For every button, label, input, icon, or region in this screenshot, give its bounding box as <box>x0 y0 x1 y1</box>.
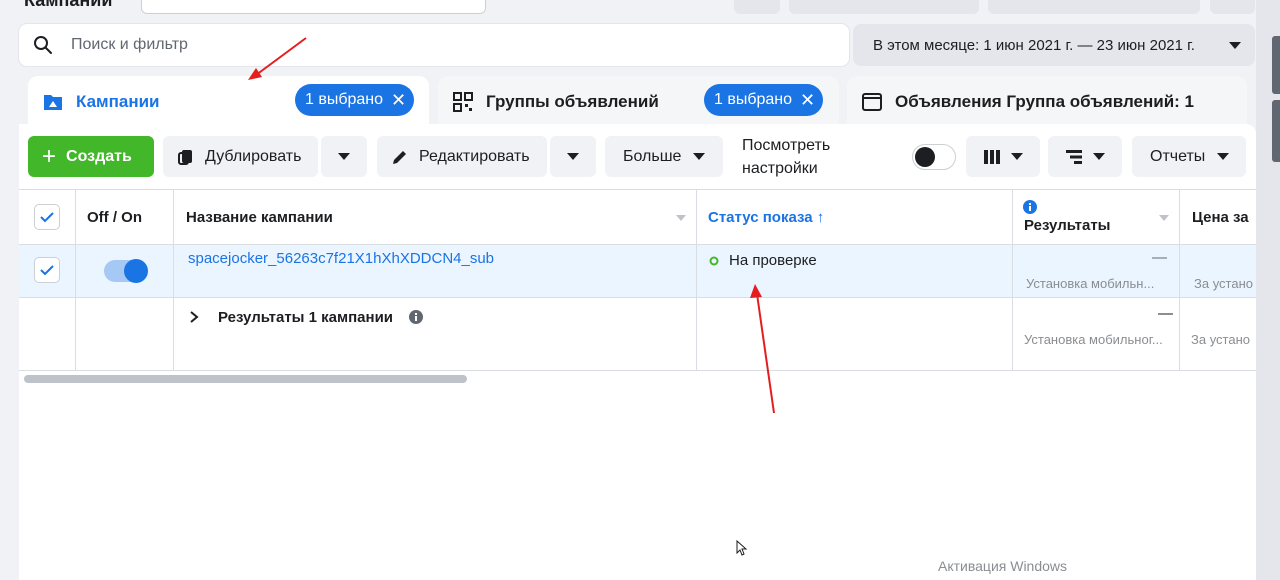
mouse-cursor-icon <box>736 540 748 556</box>
top-menu-button[interactable] <box>1210 0 1255 14</box>
columns-icon <box>984 149 1000 164</box>
tab-label: Группы объявлений <box>486 92 659 111</box>
plus-icon: + <box>42 142 57 170</box>
create-label: Создать <box>66 147 132 165</box>
page-title: Кампании <box>24 0 113 10</box>
pencil-icon <box>393 150 406 164</box>
status-dot-icon <box>709 256 719 266</box>
more-label: Больше <box>623 147 682 165</box>
divider <box>19 297 1256 298</box>
campaign-on-off-toggle[interactable] <box>104 259 148 283</box>
status-text: На проверке <box>729 252 817 269</box>
selected-pill-adsets[interactable]: 1 выбрано ✕ <box>704 84 824 116</box>
column-header-status[interactable]: Статус показа ↑ <box>708 209 824 226</box>
checkmark-icon <box>40 265 54 276</box>
right-scroll-strip <box>1256 0 1280 580</box>
refresh-button[interactable] <box>734 0 780 14</box>
chevron-down-icon <box>1229 42 1241 49</box>
row-checkbox[interactable] <box>34 257 60 283</box>
divider <box>75 189 76 371</box>
side-handle[interactable] <box>1272 36 1280 94</box>
divider <box>696 189 697 371</box>
summary-results-value: — <box>1158 305 1173 322</box>
ad-window-icon <box>862 93 882 111</box>
column-header-off-on[interactable]: Off / On <box>87 209 142 226</box>
edit-label: Редактировать <box>419 147 530 165</box>
campaign-name-link[interactable]: spacejocker_56263c7f21X1hXhXDDCN4_sub <box>188 250 494 267</box>
divider <box>173 189 174 371</box>
folder-icon <box>44 95 62 110</box>
selected-pill-campaigns[interactable]: 1 выбрано ✕ <box>295 84 415 116</box>
duplicate-label: Дублировать <box>205 147 302 165</box>
toggle-knob <box>915 147 935 167</box>
breakdown-icon <box>1066 149 1082 164</box>
top-action-button[interactable] <box>789 0 979 14</box>
view-settings-toggle[interactable] <box>912 144 956 170</box>
date-range-picker[interactable]: В этом месяце: 1 июн 2021 г. — 23 июн 20… <box>853 24 1255 66</box>
create-button[interactable]: + Создать <box>28 136 154 177</box>
divider <box>1012 189 1013 371</box>
duplicate-dropdown-button[interactable] <box>321 136 367 177</box>
cost-subtext: За устано <box>1194 276 1253 291</box>
divider <box>19 189 1256 190</box>
campaigns-table: Off / On Название кампании Статус показа… <box>19 189 1256 371</box>
more-button[interactable]: Больше <box>605 136 723 177</box>
duplicate-button[interactable]: Дублировать <box>163 136 318 177</box>
columns-button[interactable] <box>966 136 1040 177</box>
view-settings-label: Посмотреть настройки <box>742 137 831 177</box>
checkmark-icon <box>40 212 54 223</box>
top-bar: Кампании <box>0 0 1280 14</box>
tab-label: Объявления Группа объявлений: 1 <box>895 92 1194 111</box>
summary-results-subtext: Установка мобильног... <box>1024 332 1163 347</box>
search-box[interactable] <box>19 24 849 66</box>
side-handle[interactable] <box>1272 100 1280 162</box>
select-all-checkbox[interactable] <box>34 204 60 230</box>
reports-button[interactable]: Отчеты <box>1132 136 1246 177</box>
column-header-results[interactable]: Результаты <box>1024 217 1110 234</box>
toggle-knob <box>124 259 148 283</box>
horizontal-scrollbar[interactable] <box>24 375 467 383</box>
account-select[interactable] <box>141 0 486 14</box>
chevron-down-icon <box>567 153 579 160</box>
top-action-button[interactable] <box>988 0 1200 14</box>
chevron-down-icon <box>1093 153 1105 160</box>
tab-label: Кампании <box>76 92 160 111</box>
chevron-down-icon <box>338 153 350 160</box>
info-icon <box>1023 200 1037 214</box>
results-value: — <box>1152 249 1167 266</box>
edit-dropdown-button[interactable] <box>550 136 596 177</box>
edit-button[interactable]: Редактировать <box>377 136 547 177</box>
chevron-right-icon[interactable] <box>188 310 200 324</box>
close-icon[interactable]: ✕ <box>391 91 406 109</box>
summary-cost-subtext: За устано <box>1191 332 1250 347</box>
chevron-down-icon <box>676 215 686 221</box>
tab-ads[interactable]: Объявления Группа объявлений: 1 <box>847 76 1247 128</box>
info-icon <box>409 310 423 324</box>
pill-label: 1 выбрано <box>714 91 793 108</box>
breakdown-button[interactable] <box>1048 136 1122 177</box>
divider <box>19 244 1256 245</box>
windows-activation-watermark: Активация Windows <box>938 558 1068 574</box>
divider <box>1179 189 1180 371</box>
chevron-down-icon <box>693 153 706 160</box>
results-subtext: Установка мобильн... <box>1026 276 1155 291</box>
search-input[interactable] <box>71 36 771 54</box>
divider <box>19 370 1256 371</box>
column-header-name[interactable]: Название кампании <box>186 209 333 226</box>
grid-icon <box>453 92 473 112</box>
column-header-cost[interactable]: Цена за <box>1192 209 1249 226</box>
search-icon <box>34 36 52 54</box>
summary-label: Результаты 1 кампании <box>218 309 394 326</box>
close-icon[interactable]: ✕ <box>800 91 815 109</box>
chevron-down-icon <box>1217 153 1230 160</box>
chevron-down-icon <box>1159 215 1169 221</box>
date-range-label: В этом месяце: 1 июн 2021 г. — 23 июн 20… <box>873 36 1195 54</box>
pill-label: 1 выбрано <box>305 91 384 108</box>
duplicate-icon <box>178 149 192 165</box>
reports-label: Отчеты <box>1150 147 1206 165</box>
chevron-down-icon <box>1011 153 1023 160</box>
